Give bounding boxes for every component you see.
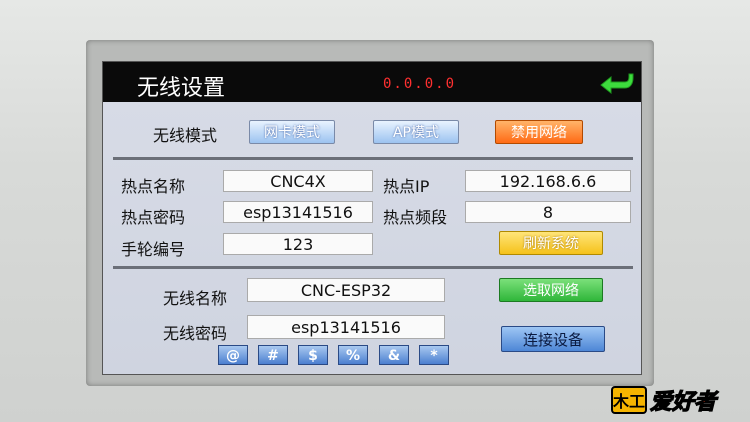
- refresh-system-button[interactable]: 刷新系统: [499, 231, 603, 255]
- hotspot-password-field[interactable]: esp13141516: [223, 201, 373, 223]
- symbol-key-percent[interactable]: %: [338, 345, 368, 365]
- page-title: 无线设置: [137, 76, 226, 101]
- symbol-key-ampersand[interactable]: &: [379, 345, 409, 365]
- hotspot-channel-field[interactable]: 8: [465, 201, 631, 223]
- divider: [113, 266, 633, 269]
- hotspot-ip-label: 热点IP: [383, 177, 430, 196]
- select-network-button[interactable]: 选取网络: [499, 278, 603, 302]
- settings-panel: 无线模式 网卡模式 AP模式 禁用网络 热点名称 CNC4X 热点IP 192.…: [103, 102, 641, 374]
- hotspot-ip-field[interactable]: 192.168.6.6: [465, 170, 631, 192]
- hotspot-channel-label: 热点频段: [383, 208, 448, 227]
- logo-prefix: 木工: [612, 392, 645, 411]
- title-bar: 无线设置 0.0.0.0: [103, 62, 641, 102]
- watermark-logo: 木工 爱好者: [610, 383, 740, 417]
- handwheel-number-label: 手轮编号: [121, 240, 186, 259]
- handwheel-number-field[interactable]: 123: [223, 233, 373, 255]
- symbol-key-at[interactable]: @: [218, 345, 248, 365]
- back-arrow-icon[interactable]: [595, 69, 635, 97]
- hotspot-name-field[interactable]: CNC4X: [223, 170, 373, 192]
- woodworking-logo-icon: 木工 爱好者: [611, 386, 720, 416]
- hotspot-password-label: 热点密码: [121, 208, 186, 227]
- connect-device-button[interactable]: 连接设备: [501, 326, 605, 352]
- ap-mode-button[interactable]: AP模式: [373, 120, 459, 144]
- wireless-name-field[interactable]: CNC-ESP32: [247, 278, 445, 302]
- nic-mode-button[interactable]: 网卡模式: [249, 120, 335, 144]
- wifi-mode-label: 无线模式: [153, 126, 218, 145]
- symbol-key-asterisk[interactable]: *: [419, 345, 449, 365]
- symbol-key-hash[interactable]: #: [258, 345, 288, 365]
- disable-network-button[interactable]: 禁用网络: [495, 120, 583, 144]
- divider: [113, 157, 633, 160]
- wireless-password-label: 无线密码: [163, 324, 228, 343]
- touch-screen: 无线设置 0.0.0.0 无线模式 网卡模式 AP模式 禁用网络 热点名称 CN…: [102, 61, 642, 375]
- symbol-key-dollar[interactable]: $: [298, 345, 328, 365]
- wireless-password-field[interactable]: esp13141516: [247, 315, 445, 339]
- logo-text: 爱好者: [650, 390, 719, 415]
- hotspot-name-label: 热点名称: [121, 177, 186, 196]
- ip-readout: 0.0.0.0: [383, 76, 457, 92]
- wireless-name-label: 无线名称: [163, 289, 228, 308]
